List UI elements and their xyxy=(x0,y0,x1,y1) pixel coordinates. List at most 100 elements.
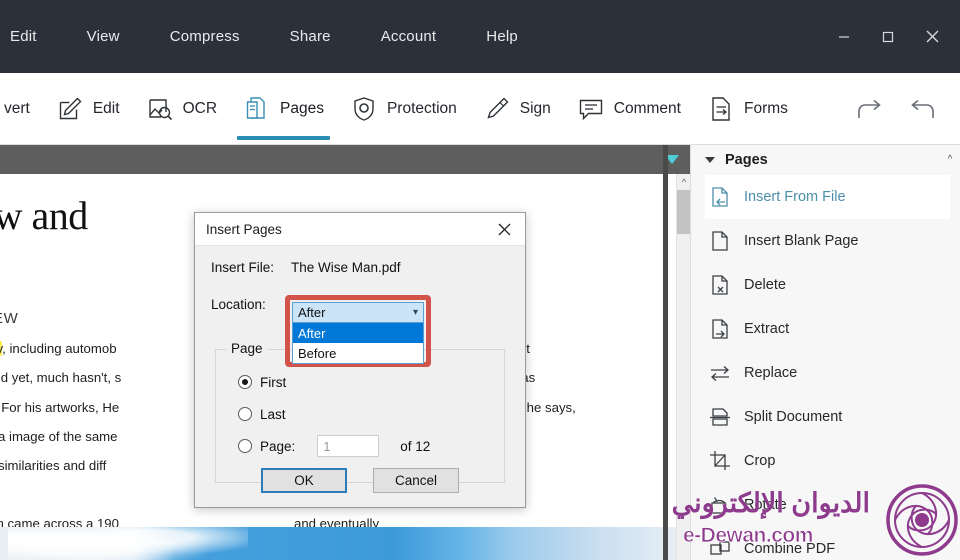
minimize-icon[interactable] xyxy=(822,17,866,57)
doc-photo-clouds xyxy=(8,527,248,560)
radio-row-last[interactable]: Last xyxy=(216,398,504,430)
tool-protection[interactable]: Protection xyxy=(337,73,470,144)
combine-pdf-icon xyxy=(709,538,731,560)
dialog-close-icon[interactable] xyxy=(483,213,525,246)
menu-item-share[interactable]: Share xyxy=(280,22,341,51)
sidebar-header[interactable]: Pages xyxy=(691,145,960,175)
pages-sidebar: Pages ^ Insert From File Insert Blank Pa… xyxy=(690,145,960,560)
sign-pen-icon xyxy=(483,95,511,123)
ocr-magnifier-icon xyxy=(146,95,174,123)
document-right-border xyxy=(663,145,668,560)
doc-photo xyxy=(0,527,676,560)
dialog-body: Insert File: The Wise Man.pdf Location: … xyxy=(195,246,525,483)
menu-item-view[interactable]: View xyxy=(77,22,130,51)
close-icon[interactable] xyxy=(910,17,954,57)
sidebar-item-label: Delete xyxy=(744,277,786,293)
radio-last[interactable] xyxy=(238,407,252,421)
sidebar-item-label: Extract xyxy=(744,321,790,337)
tool-pages[interactable]: Pages xyxy=(230,73,337,144)
undo-icon[interactable] xyxy=(896,73,948,144)
blank-page-icon xyxy=(709,230,731,252)
caret-down-icon[interactable] xyxy=(705,157,715,163)
tool-comment[interactable]: Comment xyxy=(564,73,694,144)
menu-item-account[interactable]: Account xyxy=(371,22,447,51)
radio-first[interactable] xyxy=(238,375,252,389)
dialog-titlebar: Insert Pages xyxy=(195,213,525,246)
page-group: Page First Last Page: of 12 xyxy=(215,341,505,483)
radio-last-label: Last xyxy=(260,406,286,422)
sidebar-item-label: Split Document xyxy=(744,409,843,425)
tool-sign-label: Sign xyxy=(519,99,551,117)
sidebar-item-combine-pdf[interactable]: Combine PDF xyxy=(705,527,950,560)
scroll-up-icon[interactable]: ^ xyxy=(677,174,691,190)
chevron-down-icon[interactable]: ▾ xyxy=(413,307,418,318)
tool-convert[interactable]: vert xyxy=(0,73,43,144)
insert-file-value: The Wise Man.pdf xyxy=(291,260,401,275)
radio-first-label: First xyxy=(260,374,287,390)
scrollbar-thumb[interactable] xyxy=(677,190,691,234)
location-dropdown[interactable]: After ▾ After Before xyxy=(292,302,424,364)
radio-page-label: Page: xyxy=(260,438,296,454)
sidebar-item-insert-blank-page[interactable]: Insert Blank Page xyxy=(705,219,950,263)
sidebar-item-replace[interactable]: Replace xyxy=(705,351,950,395)
rotate-icon xyxy=(709,494,731,516)
dialog-title: Insert Pages xyxy=(206,221,282,237)
crop-icon xyxy=(709,450,731,472)
menu-item-compress[interactable]: Compress xyxy=(160,22,250,51)
sidebar-item-crop[interactable]: Crop xyxy=(705,439,950,483)
tool-forms-label: Forms xyxy=(743,99,788,117)
sidebar-scroll-up-icon[interactable]: ^ xyxy=(943,151,957,167)
menu-item-help[interactable]: Help xyxy=(476,22,528,51)
location-option-before[interactable]: Before xyxy=(293,343,423,363)
location-option-after[interactable]: After xyxy=(293,323,423,343)
insert-file-row: Insert File: The Wise Man.pdf xyxy=(211,260,509,275)
radio-row-page[interactable]: Page: of 12 xyxy=(216,430,504,462)
ok-button[interactable]: OK xyxy=(261,468,347,493)
location-label: Location: xyxy=(211,296,266,312)
tool-comment-label: Comment xyxy=(613,99,681,117)
tool-protection-label: Protection xyxy=(386,99,457,117)
menu-item-edit[interactable]: Edit xyxy=(0,22,47,51)
document-toolbar xyxy=(0,145,690,174)
page-number-input[interactable] xyxy=(317,435,380,457)
pages-icon xyxy=(243,95,271,123)
location-selected-value: After xyxy=(298,305,326,320)
tool-edit-label: Edit xyxy=(92,99,120,117)
replace-arrows-icon xyxy=(709,362,731,384)
edit-pencil-icon xyxy=(56,95,84,123)
page-of-label: of 12 xyxy=(400,438,431,454)
sidebar-item-label: Combine PDF xyxy=(744,541,836,557)
sidebar-item-insert-from-file[interactable]: Insert From File xyxy=(705,175,950,219)
sidebar-item-rotate[interactable]: Rotate xyxy=(705,483,950,527)
location-select-field[interactable]: After ▾ xyxy=(292,302,424,323)
document-scrollbar[interactable]: ^ xyxy=(676,174,691,560)
cancel-button[interactable]: Cancel xyxy=(373,468,459,493)
tool-edit[interactable]: Edit xyxy=(43,73,133,144)
tool-sign[interactable]: Sign xyxy=(470,73,564,144)
tool-forms[interactable]: Forms xyxy=(694,73,801,144)
maximize-icon[interactable] xyxy=(866,17,910,57)
comment-bubble-icon xyxy=(577,95,605,123)
location-row: Location: After ▾ After Before xyxy=(211,293,509,367)
tool-ocr-label: OCR xyxy=(182,99,218,117)
location-dropdown-list[interactable]: After Before xyxy=(292,323,424,364)
sidebar-item-extract[interactable]: Extract xyxy=(705,307,950,351)
split-document-icon xyxy=(709,406,731,428)
ribbon-toolbar: vert Edit OCR Pages Protection Sign Comm… xyxy=(0,73,960,145)
page-extract-icon xyxy=(709,318,731,340)
tool-convert-label: vert xyxy=(4,99,30,117)
radio-page[interactable] xyxy=(238,439,252,453)
sidebar-item-label: Replace xyxy=(744,365,798,381)
redo-icon[interactable] xyxy=(844,73,896,144)
page-delete-icon xyxy=(709,274,731,296)
insert-pages-dialog: Insert Pages Insert File: The Wise Man.p… xyxy=(194,212,526,508)
tool-ocr[interactable]: OCR xyxy=(133,73,230,144)
insert-from-file-icon xyxy=(709,186,731,208)
sidebar-item-delete[interactable]: Delete xyxy=(705,263,950,307)
title-menu-bar: Edit View Compress Share Account Help xyxy=(0,0,960,73)
radio-row-first[interactable]: First xyxy=(216,366,504,398)
page-group-label: Page xyxy=(226,341,268,356)
sidebar-item-split-document[interactable]: Split Document xyxy=(705,395,950,439)
forms-icon xyxy=(707,95,735,123)
shield-icon xyxy=(350,95,378,123)
